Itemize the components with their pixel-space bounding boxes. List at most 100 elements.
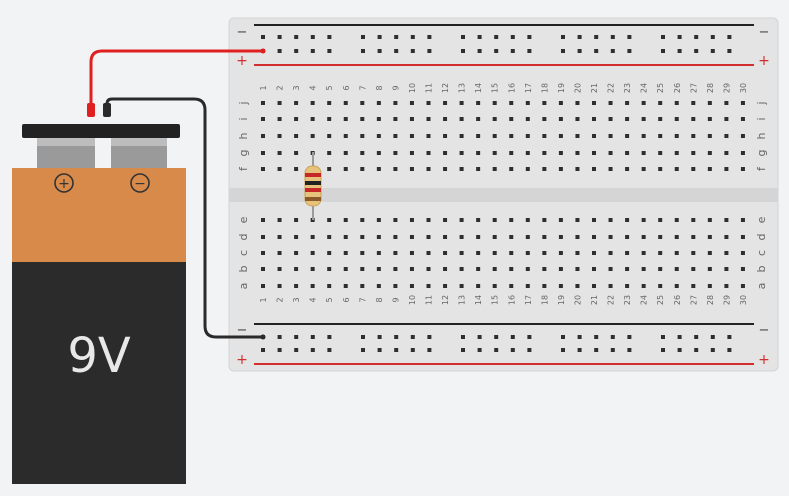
hole-i11[interactable] (426, 117, 431, 121)
hole-b13[interactable] (459, 267, 464, 271)
bottom-rail-minus-hole[interactable] (377, 335, 382, 339)
hole-j4[interactable] (310, 101, 315, 105)
top-rail-minus-hole[interactable] (377, 35, 382, 39)
hole-d18[interactable] (542, 235, 547, 239)
hole-h19[interactable] (558, 134, 563, 138)
hole-e5[interactable] (327, 218, 332, 222)
hole-h21[interactable] (592, 134, 596, 138)
bottom-rail-minus-hole[interactable] (394, 335, 399, 339)
hole-e30[interactable] (740, 218, 745, 222)
hole-a26[interactable] (674, 284, 679, 288)
bottom-rail-plus-hole[interactable] (710, 348, 715, 352)
top-rail-plus-hole[interactable] (377, 49, 382, 53)
hole-c2[interactable] (277, 251, 282, 255)
hole-g3[interactable] (294, 151, 299, 155)
bottom-rail-plus-hole[interactable] (294, 348, 299, 352)
hole-g16[interactable] (509, 151, 514, 155)
top-rail-minus-hole[interactable] (427, 35, 432, 39)
hole-b7[interactable] (360, 267, 365, 271)
hole-b19[interactable] (558, 267, 563, 271)
hole-c15[interactable] (492, 251, 497, 255)
hole-f8[interactable] (376, 167, 381, 171)
hole-e28[interactable] (707, 218, 712, 222)
hole-b12[interactable] (443, 267, 448, 271)
hole-h14[interactable] (476, 134, 481, 138)
hole-c18[interactable] (542, 251, 547, 255)
hole-g7[interactable] (360, 151, 365, 155)
hole-b17[interactable] (525, 267, 530, 271)
hole-e20[interactable] (575, 218, 580, 222)
hole-j30[interactable] (740, 101, 745, 105)
hole-a5[interactable] (327, 284, 332, 288)
hole-i27[interactable] (691, 117, 696, 121)
hole-j11[interactable] (426, 101, 431, 105)
hole-h25[interactable] (658, 134, 663, 138)
hole-g1[interactable] (261, 151, 265, 155)
hole-d20[interactable] (575, 235, 580, 239)
bottom-rail-plus-hole[interactable] (677, 348, 682, 352)
hole-b10[interactable] (409, 267, 414, 271)
hole-a7[interactable] (360, 284, 365, 288)
top-rail-minus-hole[interactable] (294, 35, 299, 39)
hole-i8[interactable] (376, 117, 381, 121)
hole-f14[interactable] (476, 167, 481, 171)
bottom-rail-plus-hole[interactable] (627, 348, 632, 352)
hole-b5[interactable] (327, 267, 332, 271)
bottom-rail-plus-hole[interactable] (277, 348, 282, 352)
bottom-rail-plus-hole[interactable] (310, 348, 315, 352)
bottom-rail-minus-hole[interactable] (594, 335, 599, 339)
bottom-rail-plus-hole[interactable] (477, 348, 482, 352)
hole-e13[interactable] (459, 218, 464, 222)
hole-c16[interactable] (509, 251, 514, 255)
hole-f17[interactable] (525, 167, 530, 171)
hole-e6[interactable] (343, 218, 348, 222)
top-rail-plus-hole[interactable] (327, 49, 332, 53)
bottom-rail-minus-hole[interactable] (677, 335, 682, 339)
bottom-rail-plus-hole[interactable] (694, 348, 699, 352)
hole-i21[interactable] (592, 117, 596, 121)
hole-a18[interactable] (542, 284, 547, 288)
hole-d13[interactable] (459, 235, 464, 239)
hole-c14[interactable] (476, 251, 481, 255)
bottom-rail-plus-hole[interactable] (261, 348, 265, 352)
hole-i13[interactable] (459, 117, 464, 121)
hole-f9[interactable] (393, 167, 398, 171)
hole-c17[interactable] (525, 251, 530, 255)
hole-d7[interactable] (360, 235, 365, 239)
hole-c29[interactable] (724, 251, 729, 255)
bottom-rail-minus-hole[interactable] (327, 335, 332, 339)
hole-i2[interactable] (277, 117, 282, 121)
top-rail-minus-hole[interactable] (527, 35, 532, 39)
bottom-rail-plus-hole[interactable] (661, 348, 665, 352)
hole-b2[interactable] (277, 267, 282, 271)
hole-j10[interactable] (409, 101, 414, 105)
hole-d3[interactable] (294, 235, 299, 239)
bottom-rail-minus-hole[interactable] (610, 335, 615, 339)
hole-f22[interactable] (608, 167, 613, 171)
hole-c8[interactable] (376, 251, 381, 255)
hole-i20[interactable] (575, 117, 580, 121)
hole-i10[interactable] (409, 117, 414, 121)
top-rail-plus-hole[interactable] (694, 49, 699, 53)
top-rail-plus-hole[interactable] (510, 49, 515, 53)
hole-h30[interactable] (740, 134, 745, 138)
hole-f11[interactable] (426, 167, 431, 171)
hole-b8[interactable] (376, 267, 381, 271)
hole-j28[interactable] (707, 101, 712, 105)
hole-d30[interactable] (740, 235, 745, 239)
hole-g24[interactable] (641, 151, 646, 155)
hole-h26[interactable] (674, 134, 679, 138)
hole-j25[interactable] (658, 101, 663, 105)
bottom-rail-plus-hole[interactable] (361, 348, 365, 352)
top-rail-minus-hole[interactable] (261, 35, 265, 39)
hole-d11[interactable] (426, 235, 431, 239)
hole-a9[interactable] (393, 284, 398, 288)
top-rail-plus-hole[interactable] (727, 49, 732, 53)
bottom-rail-minus-hole[interactable] (577, 335, 582, 339)
hole-d12[interactable] (443, 235, 448, 239)
bottom-rail-plus-hole[interactable] (394, 348, 399, 352)
hole-j15[interactable] (492, 101, 497, 105)
bottom-rail-plus-hole[interactable] (461, 348, 465, 352)
hole-b30[interactable] (740, 267, 745, 271)
bottom-rail-minus-hole[interactable] (294, 335, 299, 339)
